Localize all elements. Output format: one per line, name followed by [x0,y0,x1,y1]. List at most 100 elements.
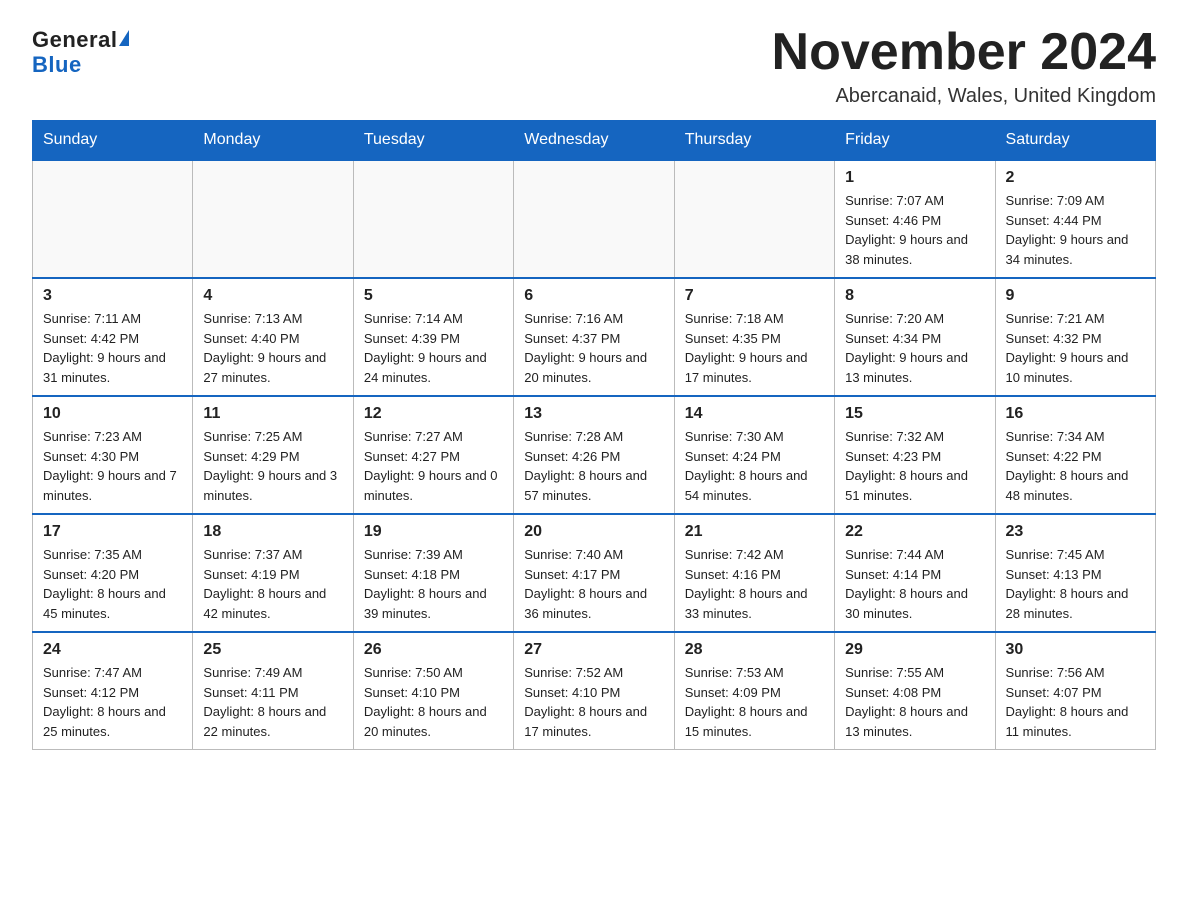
day-info: Sunrise: 7:42 AMSunset: 4:16 PMDaylight:… [685,545,824,623]
day-number: 12 [364,405,503,423]
day-number: 23 [1006,523,1145,541]
day-number: 13 [524,405,663,423]
location: Abercanaid, Wales, United Kingdom [772,85,1156,108]
calendar-cell [514,160,674,278]
day-number: 22 [845,523,984,541]
calendar-cell: 27Sunrise: 7:52 AMSunset: 4:10 PMDayligh… [514,632,674,750]
calendar-cell: 21 Sunrise: 7:42 AMSunset: 4:16 PMDayligh… [674,514,834,632]
day-info: Sunrise: 7:37 AMSunset: 4:19 PMDaylight:… [203,545,342,623]
day-number: 9 [1006,287,1145,305]
day-info: Sunrise: 7:30 AMSunset: 4:24 PMDaylight:… [685,427,824,505]
calendar-cell: 22 Sunrise: 7:44 AMSunset: 4:14 PMDayligh… [835,514,995,632]
day-info: Sunrise: 7:20 AMSunset: 4:34 PMDaylight:… [845,309,984,387]
day-number: 14 [685,405,824,423]
calendar-cell: 3 Sunrise: 7:11 AMSunset: 4:42 PMDaylight… [33,278,193,396]
calendar-header-monday: Monday [193,121,353,161]
day-info: Sunrise: 7:40 AMSunset: 4:17 PMDaylight:… [524,545,663,623]
day-number: 17 [43,523,182,541]
day-number: 18 [203,523,342,541]
day-number: 29 [845,641,984,659]
day-number: 3 [43,287,182,305]
calendar-cell: 24 Sunrise: 7:47 AMSunset: 4:12 PMDayligh… [33,632,193,750]
day-info: Sunrise: 7:44 AMSunset: 4:14 PMDaylight:… [845,545,984,623]
day-info: Sunrise: 7:11 AMSunset: 4:42 PMDaylight:… [43,309,182,387]
calendar-cell [353,160,513,278]
calendar-cell: 8 Sunrise: 7:20 AMSunset: 4:34 PMDaylight… [835,278,995,396]
day-info: Sunrise: 7:25 AMSunset: 4:29 PMDaylight:… [203,427,342,505]
title-block: November 2024 Abercanaid, Wales, United … [772,24,1156,108]
logo-blue: Blue [32,52,82,78]
day-number: 10 [43,405,182,423]
day-number: 16 [1006,405,1145,423]
day-info: Sunrise: 7:27 AMSunset: 4:27 PMDaylight:… [364,427,503,505]
day-info: Sunrise: 7:32 AMSunset: 4:23 PMDaylight:… [845,427,984,505]
day-number: 25 [203,641,342,659]
calendar-week-row: 17Sunrise: 7:35 AMSunset: 4:20 PMDayligh… [33,514,1156,632]
calendar-cell: 20 Sunrise: 7:40 AMSunset: 4:17 PMDayligh… [514,514,674,632]
day-number: 30 [1006,641,1145,659]
calendar-header-wednesday: Wednesday [514,121,674,161]
day-number: 2 [1006,169,1145,187]
calendar-cell: 29 Sunrise: 7:55 AMSunset: 4:08 PMDayligh… [835,632,995,750]
calendar-cell: 15 Sunrise: 7:32 AMSunset: 4:23 PMDayligh… [835,396,995,514]
calendar-cell: 1Sunrise: 7:07 AMSunset: 4:46 PMDaylight… [835,160,995,278]
calendar-week-row: 1Sunrise: 7:07 AMSunset: 4:46 PMDaylight… [33,160,1156,278]
day-number: 8 [845,287,984,305]
calendar-cell [33,160,193,278]
logo-triangle-icon [119,30,129,46]
day-number: 7 [685,287,824,305]
calendar-week-row: 3 Sunrise: 7:11 AMSunset: 4:42 PMDaylight… [33,278,1156,396]
calendar-header-thursday: Thursday [674,121,834,161]
calendar-cell: 28 Sunrise: 7:53 AMSunset: 4:09 PMDayligh… [674,632,834,750]
calendar-cell: 14 Sunrise: 7:30 AMSunset: 4:24 PMDayligh… [674,396,834,514]
calendar-week-row: 10 Sunrise: 7:23 AMSunset: 4:30 PMDayligh… [33,396,1156,514]
day-number: 26 [364,641,503,659]
page-header: General Blue November 2024 Abercanaid, W… [32,24,1156,108]
day-number: 11 [203,405,342,423]
calendar-cell [193,160,353,278]
day-info: Sunrise: 7:39 AMSunset: 4:18 PMDaylight:… [364,545,503,623]
calendar-week-row: 24 Sunrise: 7:47 AMSunset: 4:12 PMDayligh… [33,632,1156,750]
day-number: 19 [364,523,503,541]
calendar-cell: 11 Sunrise: 7:25 AMSunset: 4:29 PMDayligh… [193,396,353,514]
day-info: Sunrise: 7:56 AMSunset: 4:07 PMDaylight:… [1006,663,1145,741]
day-number: 21 [685,523,824,541]
day-info: Sunrise: 7:18 AMSunset: 4:35 PMDaylight:… [685,309,824,387]
day-info: Sunrise: 7:47 AMSunset: 4:12 PMDaylight:… [43,663,182,741]
calendar-cell: 7 Sunrise: 7:18 AMSunset: 4:35 PMDaylight… [674,278,834,396]
day-info: Sunrise: 7:23 AMSunset: 4:30 PMDaylight:… [43,427,182,505]
day-number: 1 [845,169,984,187]
calendar-header-sunday: Sunday [33,121,193,161]
day-number: 24 [43,641,182,659]
month-title: November 2024 [772,24,1156,81]
calendar-cell: 4Sunrise: 7:13 AMSunset: 4:40 PMDaylight… [193,278,353,396]
day-info: Sunrise: 7:50 AMSunset: 4:10 PMDaylight:… [364,663,503,741]
calendar-cell [674,160,834,278]
calendar-cell: 16 Sunrise: 7:34 AMSunset: 4:22 PMDayligh… [995,396,1155,514]
day-info: Sunrise: 7:34 AMSunset: 4:22 PMDaylight:… [1006,427,1145,505]
day-info: Sunrise: 7:14 AMSunset: 4:39 PMDaylight:… [364,309,503,387]
day-info: Sunrise: 7:21 AMSunset: 4:32 PMDaylight:… [1006,309,1145,387]
calendar-table: SundayMondayTuesdayWednesdayThursdayFrid… [32,120,1156,750]
calendar-cell: 2Sunrise: 7:09 AMSunset: 4:44 PMDaylight… [995,160,1155,278]
day-info: Sunrise: 7:53 AMSunset: 4:09 PMDaylight:… [685,663,824,741]
day-number: 4 [203,287,342,305]
day-info: Sunrise: 7:28 AMSunset: 4:26 PMDaylight:… [524,427,663,505]
logo-general: General [32,28,117,52]
day-info: Sunrise: 7:55 AMSunset: 4:08 PMDaylight:… [845,663,984,741]
calendar-cell: 26 Sunrise: 7:50 AMSunset: 4:10 PMDayligh… [353,632,513,750]
day-info: Sunrise: 7:49 AMSunset: 4:11 PMDaylight:… [203,663,342,741]
day-number: 20 [524,523,663,541]
day-number: 6 [524,287,663,305]
calendar-cell: 18 Sunrise: 7:37 AMSunset: 4:19 PMDayligh… [193,514,353,632]
calendar-cell: 25 Sunrise: 7:49 AMSunset: 4:11 PMDayligh… [193,632,353,750]
calendar-header-friday: Friday [835,121,995,161]
day-info: Sunrise: 7:16 AMSunset: 4:37 PMDaylight:… [524,309,663,387]
day-number: 15 [845,405,984,423]
calendar-cell: 30 Sunrise: 7:56 AMSunset: 4:07 PMDayligh… [995,632,1155,750]
calendar-cell: 23 Sunrise: 7:45 AMSunset: 4:13 PMDayligh… [995,514,1155,632]
day-info: Sunrise: 7:45 AMSunset: 4:13 PMDaylight:… [1006,545,1145,623]
day-number: 28 [685,641,824,659]
calendar-cell: 5Sunrise: 7:14 AMSunset: 4:39 PMDaylight… [353,278,513,396]
calendar-cell: 13 Sunrise: 7:28 AMSunset: 4:26 PMDayligh… [514,396,674,514]
